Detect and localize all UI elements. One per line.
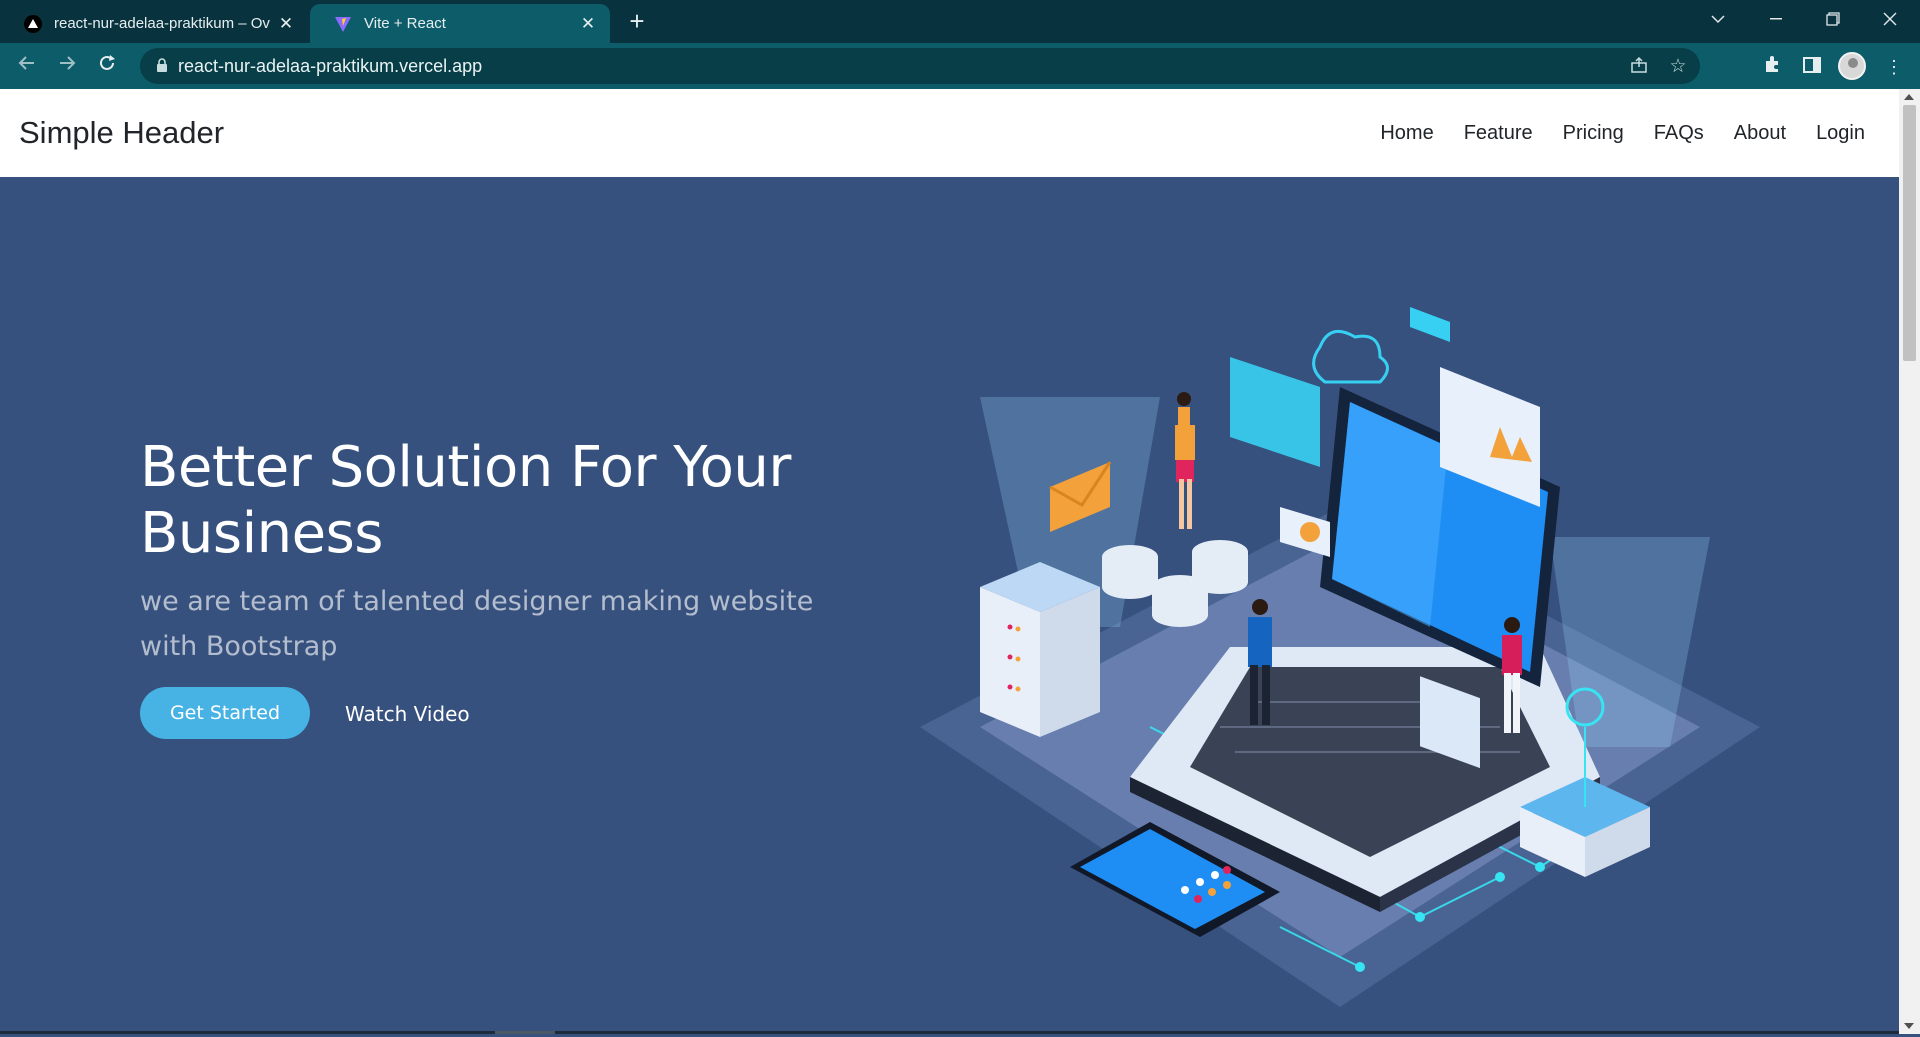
- side-panel-icon[interactable]: [1800, 55, 1824, 79]
- back-icon[interactable]: [12, 51, 42, 81]
- scroll-down-icon[interactable]: [1904, 1023, 1914, 1029]
- vite-icon: [334, 15, 352, 33]
- hero-section: Better Solution For Your Business we are…: [0, 177, 1899, 1031]
- site-header: Simple Header Home Feature Pricing FAQs …: [0, 89, 1899, 177]
- url-text: react-nur-adelaa-praktikum.vercel.app: [178, 56, 483, 76]
- browser-tab-strip: react-nur-adelaa-praktikum – Ov ✕ Vite +…: [0, 0, 1920, 43]
- nav-link-faqs[interactable]: FAQs: [1654, 122, 1704, 145]
- tab-search-icon[interactable]: [1690, 0, 1746, 38]
- browser-tab[interactable]: react-nur-adelaa-praktikum – Ov ✕: [0, 4, 308, 43]
- browser-toolbar: react-nur-adelaa-praktikum.vercel.app ☆ …: [0, 43, 1920, 89]
- address-bar[interactable]: react-nur-adelaa-praktikum.vercel.app ☆: [140, 48, 1700, 84]
- bookmark-star-icon[interactable]: ☆: [1667, 56, 1689, 78]
- brand-logo[interactable]: Simple Header: [19, 89, 224, 177]
- watch-video-link[interactable]: Watch Video: [345, 699, 470, 729]
- forward-icon[interactable]: [52, 51, 82, 81]
- new-tab-icon[interactable]: +: [622, 6, 652, 36]
- main-nav: Home Feature Pricing FAQs About Login: [1350, 89, 1865, 177]
- vercel-triangle-icon: [24, 14, 42, 33]
- minimize-icon[interactable]: [1748, 0, 1804, 38]
- tab-title: Vite + React: [364, 15, 446, 32]
- browser-tab-active[interactable]: Vite + React ✕: [310, 4, 610, 43]
- tab-close-icon[interactable]: ✕: [276, 14, 296, 34]
- get-started-button[interactable]: Get Started: [140, 687, 310, 739]
- nav-link-login[interactable]: Login: [1816, 122, 1865, 145]
- nav-link-feature[interactable]: Feature: [1464, 122, 1533, 145]
- profile-avatar[interactable]: [1838, 52, 1866, 80]
- nav-link-about[interactable]: About: [1734, 122, 1786, 145]
- page-scrollbar[interactable]: [1899, 89, 1920, 1034]
- share-icon[interactable]: [1628, 56, 1650, 78]
- hero-illustration: [920, 307, 1760, 1007]
- close-window-icon[interactable]: [1862, 0, 1918, 38]
- restore-icon[interactable]: [1805, 0, 1861, 38]
- nav-link-home[interactable]: Home: [1380, 122, 1433, 145]
- hero-title: Better Solution For Your Business: [140, 435, 791, 566]
- reload-icon[interactable]: [92, 51, 122, 81]
- extensions-icon[interactable]: [1760, 55, 1784, 79]
- scrollbar-thumb[interactable]: [1903, 105, 1916, 361]
- lock-icon: [156, 58, 168, 72]
- tab-title: react-nur-adelaa-praktikum – Ov: [54, 15, 270, 32]
- scroll-up-icon[interactable]: [1904, 94, 1914, 100]
- hero-subtitle: we are team of talented designer making …: [140, 586, 814, 662]
- tab-close-icon[interactable]: ✕: [578, 14, 598, 34]
- menu-kebab-icon[interactable]: ⋮: [1882, 55, 1906, 79]
- nav-link-pricing[interactable]: Pricing: [1563, 122, 1624, 145]
